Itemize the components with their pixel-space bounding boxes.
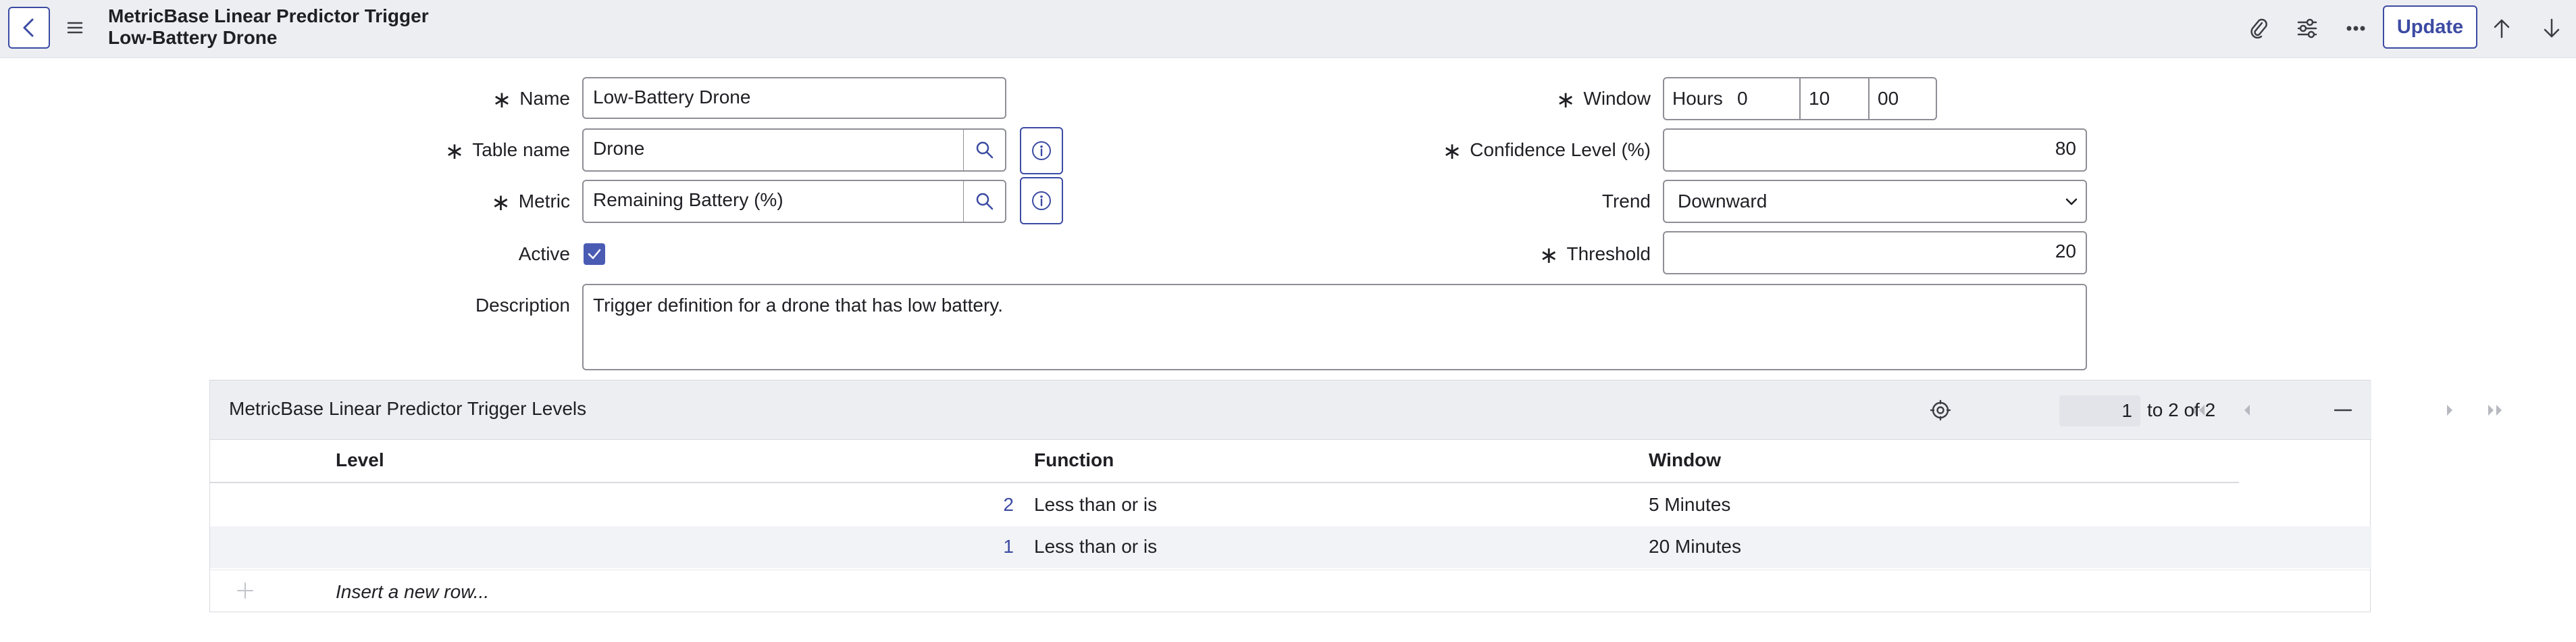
page-title-table: MetricBase Linear Predictor Trigger [108,5,429,26]
table-name-label-text: Table name [472,139,570,160]
related-list-title: MetricBase Linear Predictor Trigger Leve… [229,398,587,419]
arrow-up-icon[interactable] [2487,14,2517,43]
chevron-left-icon [23,18,34,37]
next-page-icon[interactable] [2436,397,2463,424]
row-function: Less than or is [1034,536,1158,557]
page-title-record: Low-Battery Drone [108,27,278,48]
row-window: 5 Minutes [1649,494,1731,515]
required-asterisk-icon: ∗ [1539,243,1559,268]
name-field[interactable]: Low-Battery Drone [582,77,1006,119]
column-header-window[interactable]: Window [1649,448,1721,472]
form-header: MetricBase Linear Predictor Trigger Low-… [0,0,2576,58]
pagination-range: to 2 of 2 [2147,399,2216,420]
settings-sliders-icon[interactable] [2292,14,2322,43]
window-label: ∗ Window [1556,87,1651,112]
page-title: MetricBase Linear Predictor Trigger Low-… [108,5,429,49]
collapse-list-icon[interactable] [2329,397,2356,424]
arrow-down-icon[interactable] [2537,14,2567,43]
description-textarea[interactable]: Trigger definition for a drone that has … [582,284,2087,370]
confidence-level-field[interactable]: 80 [1663,128,2087,172]
required-asterisk-icon: ∗ [492,87,512,113]
metric-info-button[interactable] [1020,177,1063,224]
trend-select[interactable]: Downward [1663,180,2087,223]
active-label: Active [518,243,570,264]
trend-label: Trend [1601,191,1651,212]
page-number-input[interactable]: 1 [2059,395,2140,426]
confidence-level-label-text: Confidence Level (%) [1470,139,1651,160]
row-level-link[interactable]: 1 [960,535,1014,559]
table-name-field[interactable]: Drone [582,128,964,172]
threshold-label-text: Threshold [1566,243,1651,264]
back-button[interactable] [8,7,50,49]
trend-selected-value: Downward [1678,191,1768,212]
threshold-field[interactable]: 20 [1663,231,2087,274]
previous-page-icon[interactable] [2234,397,2261,424]
plus-icon [237,583,253,599]
metric-lookup-button[interactable] [963,180,1006,223]
metric-label-text: Metric [518,191,570,212]
table-row[interactable]: 1 Less than or is 20 Minutes [210,526,2371,568]
threshold-label: ∗ Threshold [1539,242,1651,268]
column-header-function[interactable]: Function [1034,448,1114,472]
search-icon [976,193,993,210]
trigger-levels-related-list: MetricBase Linear Predictor Trigger Leve… [209,380,2502,612]
paperclip-icon[interactable] [2244,14,2273,43]
window-unit-label: Hours [1663,77,1730,120]
column-header-level[interactable]: Level [336,448,384,472]
metric-field[interactable]: Remaining Battery (%) [582,180,964,223]
required-asterisk-icon: ∗ [1555,87,1576,113]
name-label-text: Name [519,88,570,109]
search-icon [976,141,993,159]
list-settings-gear-icon[interactable] [1927,397,1954,424]
window-seconds-input[interactable]: 00 [1868,77,1937,120]
row-level-link[interactable]: 2 [960,493,1014,517]
chevron-down-icon [2065,198,2078,205]
last-page-icon[interactable] [2482,397,2509,424]
insert-new-row[interactable]: Insert a new row... [210,570,2371,612]
table-name-lookup-button[interactable] [963,128,1006,172]
description-label: Description [475,295,570,316]
info-icon [1032,191,1051,210]
active-checkbox[interactable] [584,243,605,265]
required-asterisk-icon: ∗ [444,139,465,164]
more-options-icon[interactable] [2341,14,2371,43]
name-label: ∗ Name [492,87,570,112]
window-label-text: Window [1583,88,1651,109]
table-name-info-button[interactable] [1020,127,1063,174]
required-asterisk-icon: ∗ [491,190,511,216]
table-row[interactable]: 2 Less than or is 5 Minutes [210,485,2371,526]
table-name-label: ∗ Table name [445,138,570,164]
confidence-level-label: ∗ Confidence Level (%) [1443,138,1651,164]
related-list-header: MetricBase Linear Predictor Trigger Leve… [210,380,2502,440]
checkmark-icon [588,249,601,260]
row-function: Less than or is [1034,494,1158,515]
metric-label: ∗ Metric [491,189,570,215]
window-hours-input[interactable]: 0 [1729,77,1801,120]
row-window: 20 Minutes [1649,536,1741,557]
info-icon [1032,141,1051,160]
update-button[interactable]: Update [2383,5,2477,49]
hamburger-menu-icon[interactable] [65,18,85,38]
insert-new-row-label: Insert a new row... [336,581,490,602]
required-asterisk-icon: ∗ [1442,139,1462,164]
window-minutes-input[interactable]: 10 [1799,77,1870,120]
header-divider [210,482,2239,483]
